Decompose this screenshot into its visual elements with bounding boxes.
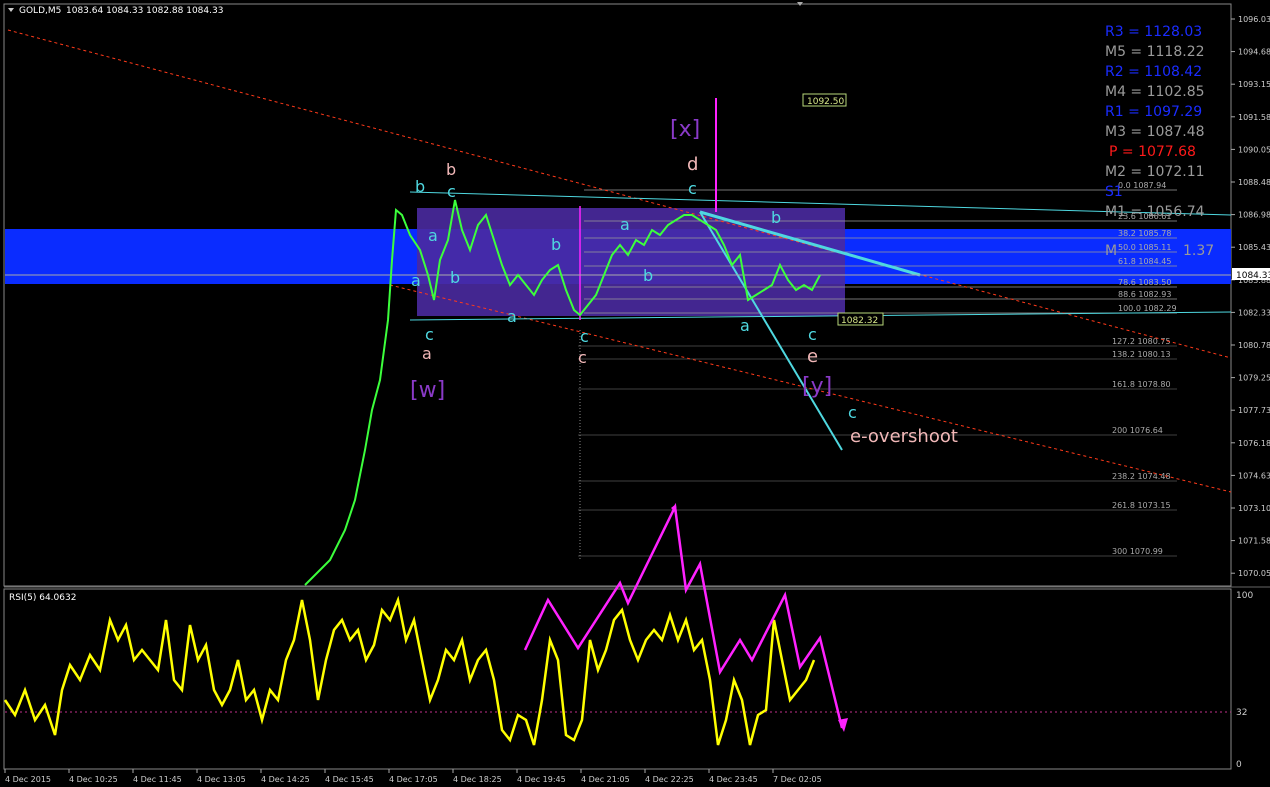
fib-level-label: 138.2 1080.13 bbox=[1112, 350, 1171, 359]
price-tick-label: 1093.15 bbox=[1238, 80, 1270, 89]
wave-c-5: c bbox=[848, 403, 857, 422]
fib-level-label: 238.2 1074.48 bbox=[1112, 472, 1171, 481]
time-tick-label: 4 Dec 23:45 bbox=[709, 775, 758, 784]
fib-level-label: 127.2 1080.75 bbox=[1112, 337, 1171, 346]
rsi-level-0: 0 bbox=[1236, 760, 1242, 770]
rsi-level-32: 32 bbox=[1236, 708, 1247, 718]
wave-b-3: b bbox=[551, 235, 561, 254]
current-price-text: 1084.33 bbox=[1236, 271, 1270, 281]
price-tick-label: 1071.58 bbox=[1238, 537, 1270, 546]
fib-level-label: 38.2 1085.78 bbox=[1118, 229, 1171, 238]
rsi-label: RSI(5) 64.0632 bbox=[9, 593, 76, 603]
pivot-level-label: M1 = 1056.74 bbox=[1105, 204, 1205, 220]
pivot-level-label: 1.37 bbox=[1183, 243, 1214, 259]
price-tick-label: 1076.18 bbox=[1238, 439, 1270, 448]
wave-c-3: c bbox=[688, 179, 697, 198]
wave-b-2: b bbox=[450, 268, 460, 287]
e-overshoot-label: e-overshoot bbox=[850, 426, 958, 447]
chart-canvas[interactable]: 0.0 1087.9423.6 1086.6138.2 1085.7850.0 … bbox=[0, 0, 1270, 787]
price-tick-label: 1094.68 bbox=[1238, 48, 1270, 57]
wave-a-5: a bbox=[740, 316, 750, 335]
wave-a-2: a bbox=[411, 271, 421, 290]
price-tick-label: 1073.10 bbox=[1238, 504, 1270, 513]
wave-a-3: a bbox=[507, 307, 517, 326]
pivot-level-label: R2 = 1108.42 bbox=[1105, 64, 1202, 80]
pivot-level-label: M bbox=[1105, 243, 1117, 259]
fib-level-label: 161.8 1078.80 bbox=[1112, 380, 1171, 389]
time-tick-label: 4 Dec 18:25 bbox=[453, 775, 502, 784]
price-tick-label: 1085.43 bbox=[1238, 243, 1270, 252]
price-tick-label: 1096.03 bbox=[1238, 15, 1270, 24]
price-tick-label: 1079.25 bbox=[1238, 374, 1270, 383]
fib-level-label: 78.6 1083.50 bbox=[1118, 278, 1171, 287]
price-tick-label: 1086.98 bbox=[1238, 211, 1270, 220]
wave-c-minor: c bbox=[447, 182, 456, 201]
price-tick-label: 1082.33 bbox=[1238, 308, 1270, 317]
pivot-level-label: R3 = 1128.03 bbox=[1105, 24, 1202, 40]
symbol-dropdown-icon[interactable] bbox=[8, 8, 14, 12]
time-tick-label: 4 Dec 2015 bbox=[5, 775, 51, 784]
price-box-1092-text: 1092.50 bbox=[807, 97, 844, 107]
fib-level-label: 100.0 1082.29 bbox=[1118, 304, 1177, 313]
pivot-level-label: M2 = 1072.11 bbox=[1105, 164, 1205, 180]
wave-a-4: a bbox=[620, 215, 630, 234]
time-tick-label: 4 Dec 22:25 bbox=[645, 775, 694, 784]
pivot-levels-legend: R3 = 1128.03 M5 = 1118.22 R2 = 1108.42 M4 =… bbox=[1105, 24, 1214, 259]
pivot-level-label: M3 = 1087.48 bbox=[1105, 124, 1205, 140]
symbol-label[interactable]: GOLD,M5 bbox=[19, 6, 61, 16]
wave-c-1: c bbox=[425, 325, 434, 344]
fib-level-label: 200 1076.64 bbox=[1112, 426, 1163, 435]
price-tick-label: 1077.73 bbox=[1238, 406, 1270, 415]
wave-y-label: [y] bbox=[802, 374, 832, 399]
wave-b-minor: b bbox=[415, 177, 425, 196]
wave-x-label: [x] bbox=[670, 117, 700, 142]
wave-b-4: b bbox=[643, 266, 653, 285]
rsi-series[interactable] bbox=[3, 595, 816, 746]
fib-level-label: 261.8 1073.15 bbox=[1112, 501, 1171, 510]
time-tick-label: 4 Dec 19:45 bbox=[517, 775, 566, 784]
time-tick-label: 4 Dec 11:45 bbox=[133, 775, 182, 784]
wave-c-2: c bbox=[580, 327, 589, 346]
time-tick-label: 7 Dec 02:05 bbox=[773, 775, 822, 784]
time-tick-label: 4 Dec 14:25 bbox=[261, 775, 310, 784]
fib-level-label: 0.0 1087.94 bbox=[1118, 181, 1166, 190]
fib-level-label: 300 1070.99 bbox=[1112, 547, 1163, 556]
pivot-level-label: R1 = 1097.29 bbox=[1105, 104, 1202, 120]
price-axis[interactable]: 1096.03 1094.68 1093.15 1091.58 1090.05 1088.… bbox=[1231, 15, 1270, 578]
rsi-arrow-icon bbox=[838, 718, 848, 732]
price-tick-label: 1088.48 bbox=[1238, 178, 1270, 187]
ohlc-values: 1083.64 1084.33 1082.88 1084.33 bbox=[66, 6, 223, 16]
wave-c-major: c bbox=[578, 348, 587, 367]
time-tick-label: 4 Dec 15:45 bbox=[325, 775, 374, 784]
pivot-level-label: M4 = 1102.85 bbox=[1105, 84, 1205, 100]
time-tick-label: 4 Dec 10:25 bbox=[69, 775, 118, 784]
wave-d-label: d bbox=[687, 154, 698, 175]
fib-level-label: 61.8 1084.45 bbox=[1118, 257, 1171, 266]
wave-b-5: b bbox=[771, 208, 781, 227]
wave-a-1: a bbox=[428, 226, 438, 245]
price-tick-label: 1090.05 bbox=[1238, 145, 1270, 154]
pivot-level-label: M5 = 1118.22 bbox=[1105, 44, 1205, 60]
time-tick-label: 4 Dec 21:05 bbox=[581, 775, 630, 784]
price-tick-label: 1074.63 bbox=[1238, 471, 1270, 480]
wave-a-major: a bbox=[422, 344, 432, 363]
wave-w-label: [w] bbox=[410, 378, 445, 403]
time-tick-label: 4 Dec 17:05 bbox=[389, 775, 438, 784]
time-tick-label: 4 Dec 13:05 bbox=[197, 775, 246, 784]
mt4-chart-window[interactable]: 0.0 1087.94 23.6 1086.61 38.2 1085.78 50.0 … bbox=[0, 0, 1270, 787]
price-tick-label: 1091.58 bbox=[1238, 113, 1270, 122]
rsi-level-100: 100 bbox=[1236, 591, 1253, 601]
wave-c-4: c bbox=[808, 325, 817, 344]
price-tick-label: 1070.05 bbox=[1238, 569, 1270, 578]
wave-b-major: b bbox=[446, 160, 456, 179]
pivot-level-label: P = 1077.68 bbox=[1109, 144, 1196, 160]
price-box-1082-text: 1082.32 bbox=[841, 316, 878, 326]
time-axis[interactable]: 4 Dec 2015 4 Dec 10:25 4 Dec 11:45 4 Dec 13… bbox=[4, 769, 822, 784]
fib-level-label: 88.6 1082.93 bbox=[1118, 290, 1171, 299]
pivot-level-label: S1 bbox=[1105, 184, 1123, 200]
fib-level-label: 50.0 1085.11 bbox=[1118, 243, 1171, 252]
wave-e-label: e bbox=[807, 346, 818, 367]
price-tick-label: 1080.78 bbox=[1238, 341, 1270, 350]
